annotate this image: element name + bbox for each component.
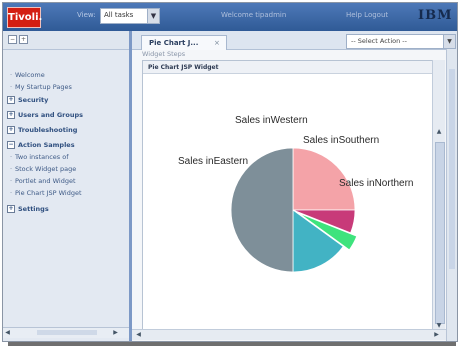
sidebar-item-label: Settings [18,205,49,213]
widget-vertical-scrollbar[interactable]: ▲ ▼ [432,60,445,334]
view-select[interactable]: All tasks ▼ [100,8,160,24]
bullet-icon: · [9,71,13,79]
welcome-text: Welcome tipadmin [221,11,287,19]
widget-header-title: Pie Chart JSP Widget [148,64,219,71]
sidebar-toolbar: − + [3,31,129,50]
bullet-icon: · [9,83,13,91]
top-banner: Tivoli. View: All tasks ▼ Welcome tipadm… [3,3,457,31]
sidebar-item-label: Users and Groups [18,111,83,119]
view-label: View: [77,11,96,19]
sidebar-item-label: Troubleshooting [18,126,78,134]
sidebar: − + · Welcome · My Startup Pages + Security… [3,31,132,341]
close-icon[interactable]: × [214,39,220,47]
select-action-dropdown[interactable]: -- Select Action -- ▼ [346,34,456,49]
sidebar-item-troubleshooting[interactable]: + Troubleshooting [7,126,129,134]
sidebar-item-stock-widget[interactable]: · Stock Widget page [7,165,129,173]
expand-icon: + [7,96,15,104]
collapse-all-icon[interactable]: − [8,35,17,44]
bullet-icon: · [9,165,13,173]
collapse-icon: − [7,141,15,149]
scroll-left-icon[interactable]: ◀ [3,328,12,338]
pie-slice-label: Sales inSouthern [303,135,379,146]
pie-chart: Sales inSouthern Sales inNorthern Sales in… [178,115,413,273]
expand-icon: + [7,205,15,213]
bullet-icon: · [9,153,13,161]
chevron-down-icon: ▼ [443,35,455,48]
select-action-value: -- Select Action -- [351,37,407,45]
tab-pie-chart[interactable]: Pie Chart J... × [141,35,227,50]
pie-slice-label: Sales inEastern [178,156,248,167]
sidebar-item-portlet-widget[interactable]: · Portlet and Widget [7,177,129,185]
sidebar-item-label: Pie Chart JSP Widget [15,189,82,197]
scroll-left-icon[interactable]: ◀ [134,330,143,340]
scroll-right-icon[interactable]: ▶ [111,328,120,338]
widget-title: Widget Steps [142,50,186,58]
sidebar-item-label: Security [18,96,49,104]
scroll-thumb[interactable] [37,330,97,335]
scroll-right-icon[interactable]: ▶ [432,330,441,340]
page-vertical-scrollbar[interactable] [446,49,457,341]
main-horizontal-scrollbar[interactable]: ◀ ▶ [132,329,446,340]
sidebar-item-label: Action Samples [18,141,75,149]
main-content: Pie Chart J... × -- Select Action -- ▼ W… [132,31,457,341]
bullet-icon: · [9,189,13,197]
sidebar-item-label: Two instances of [15,153,69,161]
tab-label: Pie Chart J... [149,39,199,47]
sidebar-horizontal-scrollbar[interactable]: ◀ ▶ [3,327,129,338]
scroll-thumb[interactable] [449,69,455,269]
sidebar-item-users-groups[interactable]: + Users and Groups [7,111,129,119]
expand-icon: + [7,111,15,119]
scroll-thumb[interactable] [435,142,445,324]
sidebar-item-pie-chart[interactable]: · Pie Chart JSP Widget [7,189,129,197]
view-select-value: All tasks [104,11,134,19]
sidebar-item-settings[interactable]: + Settings [7,205,129,213]
expand-icon: + [7,126,15,134]
ibm-logo: IBM [418,8,453,23]
scroll-up-icon[interactable]: ▲ [433,128,445,138]
tab-bar: Pie Chart J... × -- Select Action -- ▼ [132,31,457,50]
sidebar-item-label: Welcome [15,71,45,79]
app-window: Tivoli. View: All tasks ▼ Welcome tipadm… [2,2,458,342]
chevron-down-icon: ▼ [147,9,159,23]
sidebar-item-label: Portlet and Widget [15,177,76,185]
sidebar-item-welcome[interactable]: · Welcome [7,71,129,79]
pie-chart-widget: Pie Chart JSP Widget Sales inSouthern Sal… [142,60,434,334]
sidebar-item-label: My Startup Pages [15,83,72,91]
sidebar-item-startup-pages[interactable]: · My Startup Pages [7,83,129,91]
bullet-icon: · [9,177,13,185]
pie-slice-label: Sales inNorthern [339,178,413,189]
pie-slice-label: Sales inWestern [235,115,308,126]
sidebar-item-two-instances[interactable]: · Two instances of [7,153,129,161]
tivoli-logo: Tivoli. [7,7,42,28]
sidebar-item-action-samples[interactable]: − Action Samples [7,141,129,149]
sidebar-item-security[interactable]: + Security [7,96,129,104]
help-logout-links[interactable]: Help Logout [346,11,388,19]
sidebar-item-label: Stock Widget page [15,165,77,173]
expand-all-icon[interactable]: + [19,35,28,44]
